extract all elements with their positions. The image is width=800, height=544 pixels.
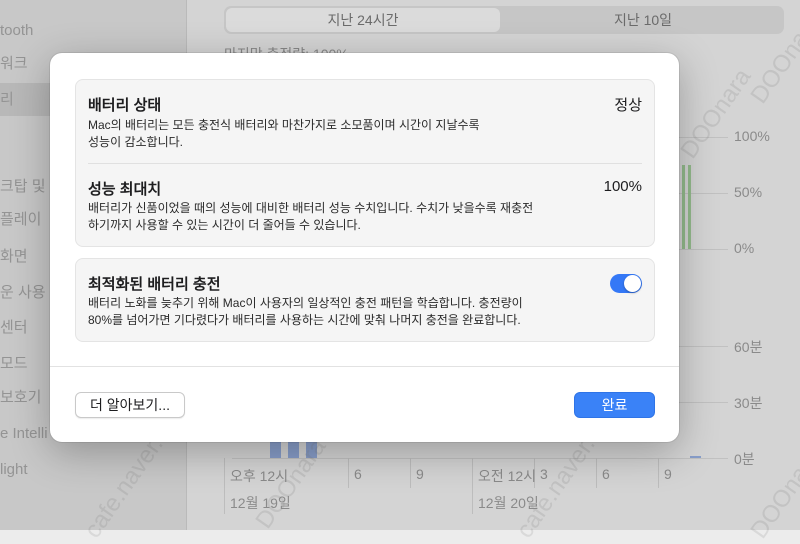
- max-capacity-description: 배터리가 신품이었을 때의 성능에 대비한 배터리 성능 수치입니다. 수치가 …: [88, 201, 534, 232]
- max-capacity-title: 성능 최대치: [88, 181, 162, 198]
- toggle-knob: [624, 275, 641, 292]
- battery-status-title: 배터리 상태: [88, 97, 162, 114]
- max-capacity-value: 100%: [603, 178, 642, 195]
- optimized-charging-description: 배터리 노화를 늦추기 위해 Mac이 사용자의 일상적인 충전 패턴을 학습합…: [88, 296, 523, 327]
- learn-more-button[interactable]: 더 알아보기...: [75, 392, 185, 418]
- battery-info-card: 배터리 상태 정상 Mac의 배터리는 모든 충전식 배터리와 마찬가지로 소모…: [75, 79, 655, 247]
- footer-divider: [50, 366, 679, 367]
- optimized-charging-title: 최적화된 배터리 충전: [88, 276, 221, 293]
- divider: [88, 163, 642, 164]
- optimized-charging-card: 최적화된 배터리 충전 배터리 노화를 늦추기 위해 Mac이 사용자의 일상적…: [75, 258, 655, 342]
- battery-status-value: 정상: [614, 97, 642, 114]
- done-button[interactable]: 완료: [574, 392, 655, 418]
- optimized-charging-toggle[interactable]: [610, 274, 642, 293]
- battery-health-dialog: 배터리 상태 정상 Mac의 배터리는 모든 충전식 배터리와 마찬가지로 소모…: [50, 53, 679, 442]
- battery-status-description: Mac의 배터리는 모든 충전식 배터리와 마찬가지로 소모품이며 시간이 지날…: [88, 118, 480, 149]
